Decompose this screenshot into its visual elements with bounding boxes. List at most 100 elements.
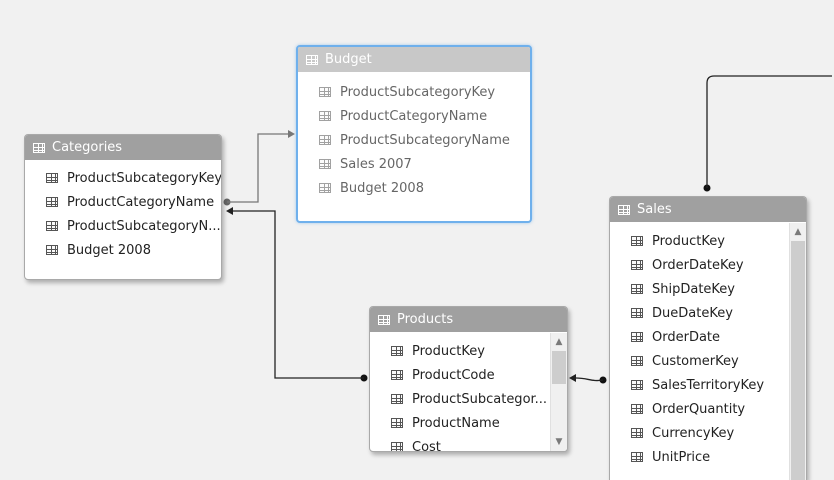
field-label: OrderDate xyxy=(652,329,721,345)
relationship-end-dot xyxy=(599,376,607,384)
field-item[interactable]: ProductCategoryName xyxy=(25,190,221,214)
scroll-down-icon[interactable]: ▼ xyxy=(551,435,567,449)
relationship-arrow xyxy=(288,130,295,138)
field-label: UnitPrice xyxy=(652,449,711,465)
field-label: ProductKey xyxy=(652,233,725,249)
field-list: ProductKey ProductCode ProductSubcategor… xyxy=(370,339,550,452)
scrollbar-thumb[interactable] xyxy=(552,351,566,384)
field-label: ProductSubcategor... xyxy=(412,391,548,407)
table-icon xyxy=(618,204,630,215)
column-icon xyxy=(319,111,331,121)
column-icon xyxy=(319,159,331,169)
field-label: ProductKey xyxy=(412,343,485,359)
field-label: ProductSubcategoryN... xyxy=(67,218,221,234)
field-label: Cost xyxy=(412,439,441,452)
relationship-end-dot xyxy=(223,198,231,206)
field-label: ProductSubcategoryName xyxy=(340,132,510,148)
table-header[interactable]: Categories xyxy=(25,135,221,160)
column-icon xyxy=(631,404,643,414)
field-item[interactable]: DueDateKey xyxy=(610,301,789,325)
field-item[interactable]: SalesTerritoryKey xyxy=(610,373,789,397)
column-icon xyxy=(319,183,331,193)
field-label: DueDateKey xyxy=(652,305,733,321)
field-item[interactable]: CurrencyKey xyxy=(610,421,789,445)
table-header[interactable]: Budget xyxy=(298,47,530,72)
field-item[interactable]: Budget 2008 xyxy=(25,238,221,262)
scroll-up-icon[interactable]: ▲ xyxy=(551,335,567,349)
field-label: ProductCategoryName xyxy=(67,194,215,210)
column-icon xyxy=(46,221,58,231)
field-label: OrderQuantity xyxy=(652,401,746,417)
field-list: ProductKey OrderDateKey ShipDateKey DueD… xyxy=(610,229,789,469)
column-icon xyxy=(631,236,643,246)
table-header[interactable]: Sales xyxy=(610,197,806,222)
diagram-canvas[interactable]: Categories ProductSubcategoryKey Product… xyxy=(0,0,834,480)
table-title: Budget xyxy=(325,52,372,67)
scroll-up-icon[interactable]: ▲ xyxy=(790,225,806,239)
column-icon xyxy=(631,428,643,438)
relationship-products-categories[interactable] xyxy=(226,207,368,382)
field-item[interactable]: OrderQuantity xyxy=(610,397,789,421)
column-icon xyxy=(391,442,403,451)
field-label: CurrencyKey xyxy=(652,425,735,441)
column-icon xyxy=(631,380,643,390)
scrollbar-thumb[interactable] xyxy=(791,241,805,480)
field-label: ProductSubcategoryKey xyxy=(67,170,221,186)
relationship-end-dot xyxy=(703,184,711,192)
column-icon xyxy=(631,356,643,366)
relationship-arrow xyxy=(569,374,576,382)
column-icon xyxy=(631,332,643,342)
table-products[interactable]: Products ProductKey ProductCode ProductS… xyxy=(369,306,568,452)
column-icon xyxy=(391,346,403,356)
column-icon xyxy=(319,135,331,145)
table-title: Sales xyxy=(637,202,672,217)
table-icon xyxy=(378,314,390,325)
field-item[interactable]: OrderDate xyxy=(610,325,789,349)
field-item[interactable]: ShipDateKey xyxy=(610,277,789,301)
field-item[interactable]: ProductSubcategoryKey xyxy=(298,80,530,104)
field-item[interactable]: ProductName xyxy=(370,411,550,435)
field-item[interactable]: ProductSubcategoryKey xyxy=(25,166,221,190)
column-icon xyxy=(631,284,643,294)
vertical-scrollbar[interactable]: ▲ ▼ xyxy=(550,333,567,451)
field-label: ProductSubcategoryKey xyxy=(340,84,496,100)
column-icon xyxy=(46,173,58,183)
field-item[interactable]: ProductKey xyxy=(370,339,550,363)
field-item[interactable]: OrderDateKey xyxy=(610,253,789,277)
field-label: ProductCategoryName xyxy=(340,108,488,124)
field-item[interactable]: Sales 2007 xyxy=(298,152,530,176)
field-item[interactable]: Cost xyxy=(370,435,550,452)
field-label: OrderDateKey xyxy=(652,257,744,273)
field-item[interactable]: UnitPrice xyxy=(610,445,789,469)
field-label: CustomerKey xyxy=(652,353,739,369)
table-sales[interactable]: Sales ProductKey OrderDateKey ShipDateKe… xyxy=(609,196,807,480)
table-categories[interactable]: Categories ProductSubcategoryKey Product… xyxy=(24,134,222,280)
relationship-sales-offscreen[interactable] xyxy=(703,75,833,192)
field-item[interactable]: ProductCode xyxy=(370,363,550,387)
field-list: ProductSubcategoryKey ProductCategoryNam… xyxy=(298,80,530,200)
field-item[interactable]: ProductSubcategor... xyxy=(370,387,550,411)
relationship-sales-products[interactable] xyxy=(569,374,607,384)
field-label: SalesTerritoryKey xyxy=(652,377,765,393)
table-title: Categories xyxy=(52,140,123,155)
field-item[interactable]: ProductSubcategoryName xyxy=(298,128,530,152)
table-budget[interactable]: Budget ProductSubcategoryKey ProductCate… xyxy=(296,45,532,223)
field-list: ProductSubcategoryKey ProductCategoryNam… xyxy=(25,166,221,262)
field-label: Sales 2007 xyxy=(340,156,412,172)
column-icon xyxy=(631,308,643,318)
field-item[interactable]: Budget 2008 xyxy=(298,176,530,200)
table-header[interactable]: Products xyxy=(370,307,567,332)
column-icon xyxy=(631,452,643,462)
column-icon xyxy=(391,418,403,428)
column-icon xyxy=(391,370,403,380)
column-icon xyxy=(46,197,58,207)
relationship-end-dot xyxy=(360,374,368,382)
vertical-scrollbar[interactable]: ▲ xyxy=(789,223,806,480)
column-icon xyxy=(319,87,331,97)
relationship-categories-budget[interactable] xyxy=(223,130,296,206)
field-item[interactable]: ProductSubcategoryN... xyxy=(25,214,221,238)
field-item[interactable]: ProductKey xyxy=(610,229,789,253)
field-item[interactable]: CustomerKey xyxy=(610,349,789,373)
field-item[interactable]: ProductCategoryName xyxy=(298,104,530,128)
relationship-arrow xyxy=(226,207,233,215)
